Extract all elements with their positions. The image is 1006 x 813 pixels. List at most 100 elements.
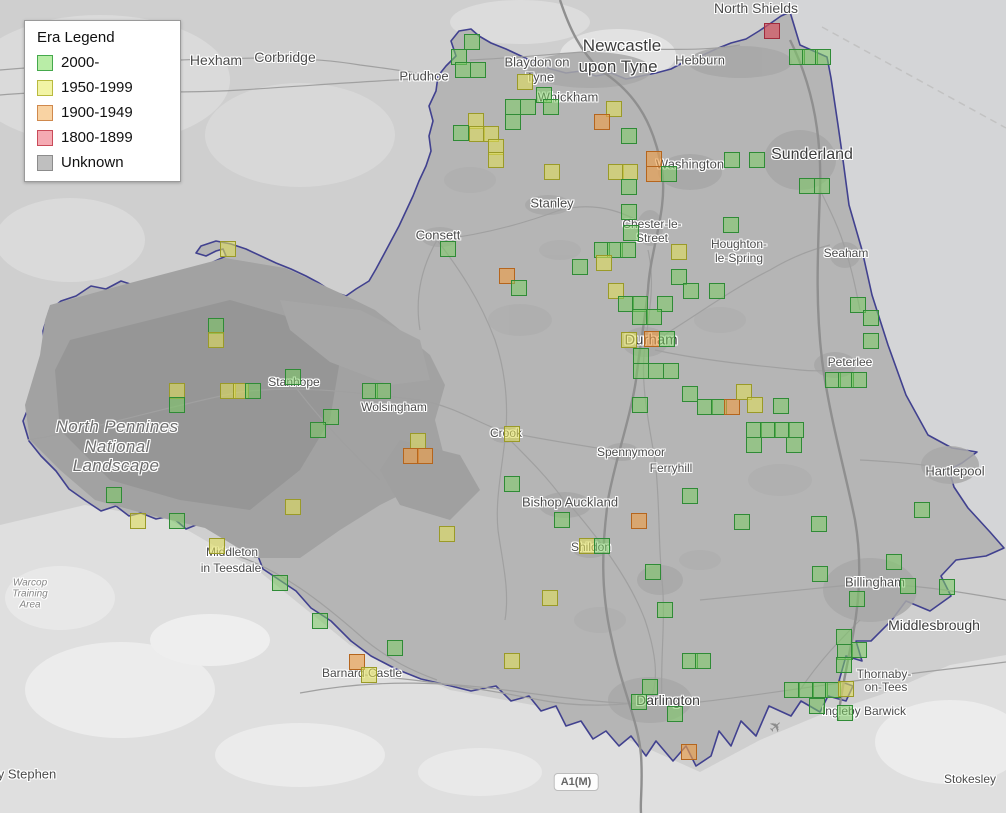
era-square-2000[interactable] <box>799 178 815 194</box>
era-square-2000[interactable] <box>849 591 865 607</box>
era-square-2000[interactable] <box>642 679 658 695</box>
era-square-1950[interactable] <box>439 526 455 542</box>
era-square-2000[interactable] <box>169 513 185 529</box>
era-square-1950[interactable] <box>622 164 638 180</box>
era-square-2000[interactable] <box>645 564 661 580</box>
era-square-2000[interactable] <box>682 488 698 504</box>
era-square-2000[interactable] <box>863 333 879 349</box>
era-square-2000[interactable] <box>464 34 480 50</box>
era-square-2000[interactable] <box>505 114 521 130</box>
era-square-2000[interactable] <box>520 99 536 115</box>
era-square-1900[interactable] <box>644 331 660 347</box>
era-square-2000[interactable] <box>724 152 740 168</box>
era-square-2000[interactable] <box>470 62 486 78</box>
map-viewport[interactable]: North ShieldsNewcastleupon TyneHebburnSu… <box>0 0 1006 813</box>
era-square-2000[interactable] <box>695 653 711 669</box>
era-square-1950[interactable] <box>747 397 763 413</box>
era-square-2000[interactable] <box>632 397 648 413</box>
era-square-2000[interactable] <box>646 309 662 325</box>
era-square-2000[interactable] <box>812 566 828 582</box>
era-square-2000[interactable] <box>661 166 677 182</box>
era-square-1950[interactable] <box>596 255 612 271</box>
era-square-2000[interactable] <box>440 241 456 257</box>
era-square-1950[interactable] <box>220 241 236 257</box>
era-square-1950[interactable] <box>671 244 687 260</box>
era-square-2000[interactable] <box>631 694 647 710</box>
era-square-1800[interactable] <box>764 23 780 39</box>
era-square-2000[interactable] <box>543 99 559 115</box>
era-square-2000[interactable] <box>788 422 804 438</box>
era-square-1950[interactable] <box>838 681 854 697</box>
era-square-2000[interactable] <box>809 698 825 714</box>
era-square-1950[interactable] <box>542 590 558 606</box>
era-square-1950[interactable] <box>504 653 520 669</box>
era-square-2000[interactable] <box>914 502 930 518</box>
era-square-2000[interactable] <box>375 383 391 399</box>
era-square-2000[interactable] <box>836 629 852 645</box>
era-square-2000[interactable] <box>723 217 739 233</box>
era-square-1900[interactable] <box>631 513 647 529</box>
era-square-1900[interactable] <box>594 114 610 130</box>
era-square-1950[interactable] <box>410 433 426 449</box>
era-square-2000[interactable] <box>648 363 664 379</box>
era-square-2000[interactable] <box>851 372 867 388</box>
era-square-2000[interactable] <box>811 516 827 532</box>
era-square-2000[interactable] <box>621 128 637 144</box>
era-square-2000[interactable] <box>886 554 902 570</box>
era-square-1900[interactable] <box>724 399 740 415</box>
era-square-2000[interactable] <box>709 283 725 299</box>
era-square-2000[interactable] <box>594 538 610 554</box>
era-square-2000[interactable] <box>939 579 955 595</box>
era-square-2000[interactable] <box>572 259 588 275</box>
era-square-2000[interactable] <box>682 386 698 402</box>
era-square-2000[interactable] <box>633 348 649 364</box>
era-square-1950[interactable] <box>361 667 377 683</box>
era-square-2000[interactable] <box>621 204 637 220</box>
era-square-2000[interactable] <box>659 331 675 347</box>
era-square-2000[interactable] <box>749 152 765 168</box>
era-square-1950[interactable] <box>517 74 533 90</box>
era-square-2000[interactable] <box>683 283 699 299</box>
era-square-1950[interactable] <box>130 513 146 529</box>
era-square-2000[interactable] <box>663 363 679 379</box>
era-square-2000[interactable] <box>623 225 639 241</box>
era-square-2000[interactable] <box>387 640 403 656</box>
era-square-2000[interactable] <box>312 613 328 629</box>
era-square-1900[interactable] <box>646 151 662 167</box>
era-square-1950[interactable] <box>208 332 224 348</box>
era-square-2000[interactable] <box>453 125 469 141</box>
era-square-2000[interactable] <box>245 383 261 399</box>
era-square-2000[interactable] <box>169 397 185 413</box>
era-square-2000[interactable] <box>900 578 916 594</box>
era-square-2000[interactable] <box>667 706 683 722</box>
era-square-1900[interactable] <box>646 166 662 182</box>
era-square-2000[interactable] <box>511 280 527 296</box>
era-square-2000[interactable] <box>746 437 762 453</box>
era-square-1950[interactable] <box>621 332 637 348</box>
era-square-1950[interactable] <box>209 538 225 554</box>
era-square-2000[interactable] <box>836 657 852 673</box>
era-square-2000[interactable] <box>272 575 288 591</box>
era-square-2000[interactable] <box>837 705 853 721</box>
era-square-2000[interactable] <box>734 514 750 530</box>
era-square-2000[interactable] <box>814 178 830 194</box>
era-square-2000[interactable] <box>621 179 637 195</box>
era-square-1950[interactable] <box>488 152 504 168</box>
era-square-2000[interactable] <box>455 62 471 78</box>
era-square-2000[interactable] <box>786 437 802 453</box>
era-square-2000[interactable] <box>554 512 570 528</box>
era-square-1950[interactable] <box>285 499 301 515</box>
era-square-2000[interactable] <box>106 487 122 503</box>
era-square-1900[interactable] <box>681 744 697 760</box>
era-square-2000[interactable] <box>851 642 867 658</box>
era-square-2000[interactable] <box>773 398 789 414</box>
era-square-2000[interactable] <box>657 602 673 618</box>
era-square-2000[interactable] <box>863 310 879 326</box>
era-square-1950[interactable] <box>544 164 560 180</box>
era-square-2000[interactable] <box>620 242 636 258</box>
era-square-2000[interactable] <box>815 49 831 65</box>
era-square-2000[interactable] <box>504 476 520 492</box>
era-square-1950[interactable] <box>579 538 595 554</box>
era-square-2000[interactable] <box>633 363 649 379</box>
era-square-1950[interactable] <box>504 426 520 442</box>
